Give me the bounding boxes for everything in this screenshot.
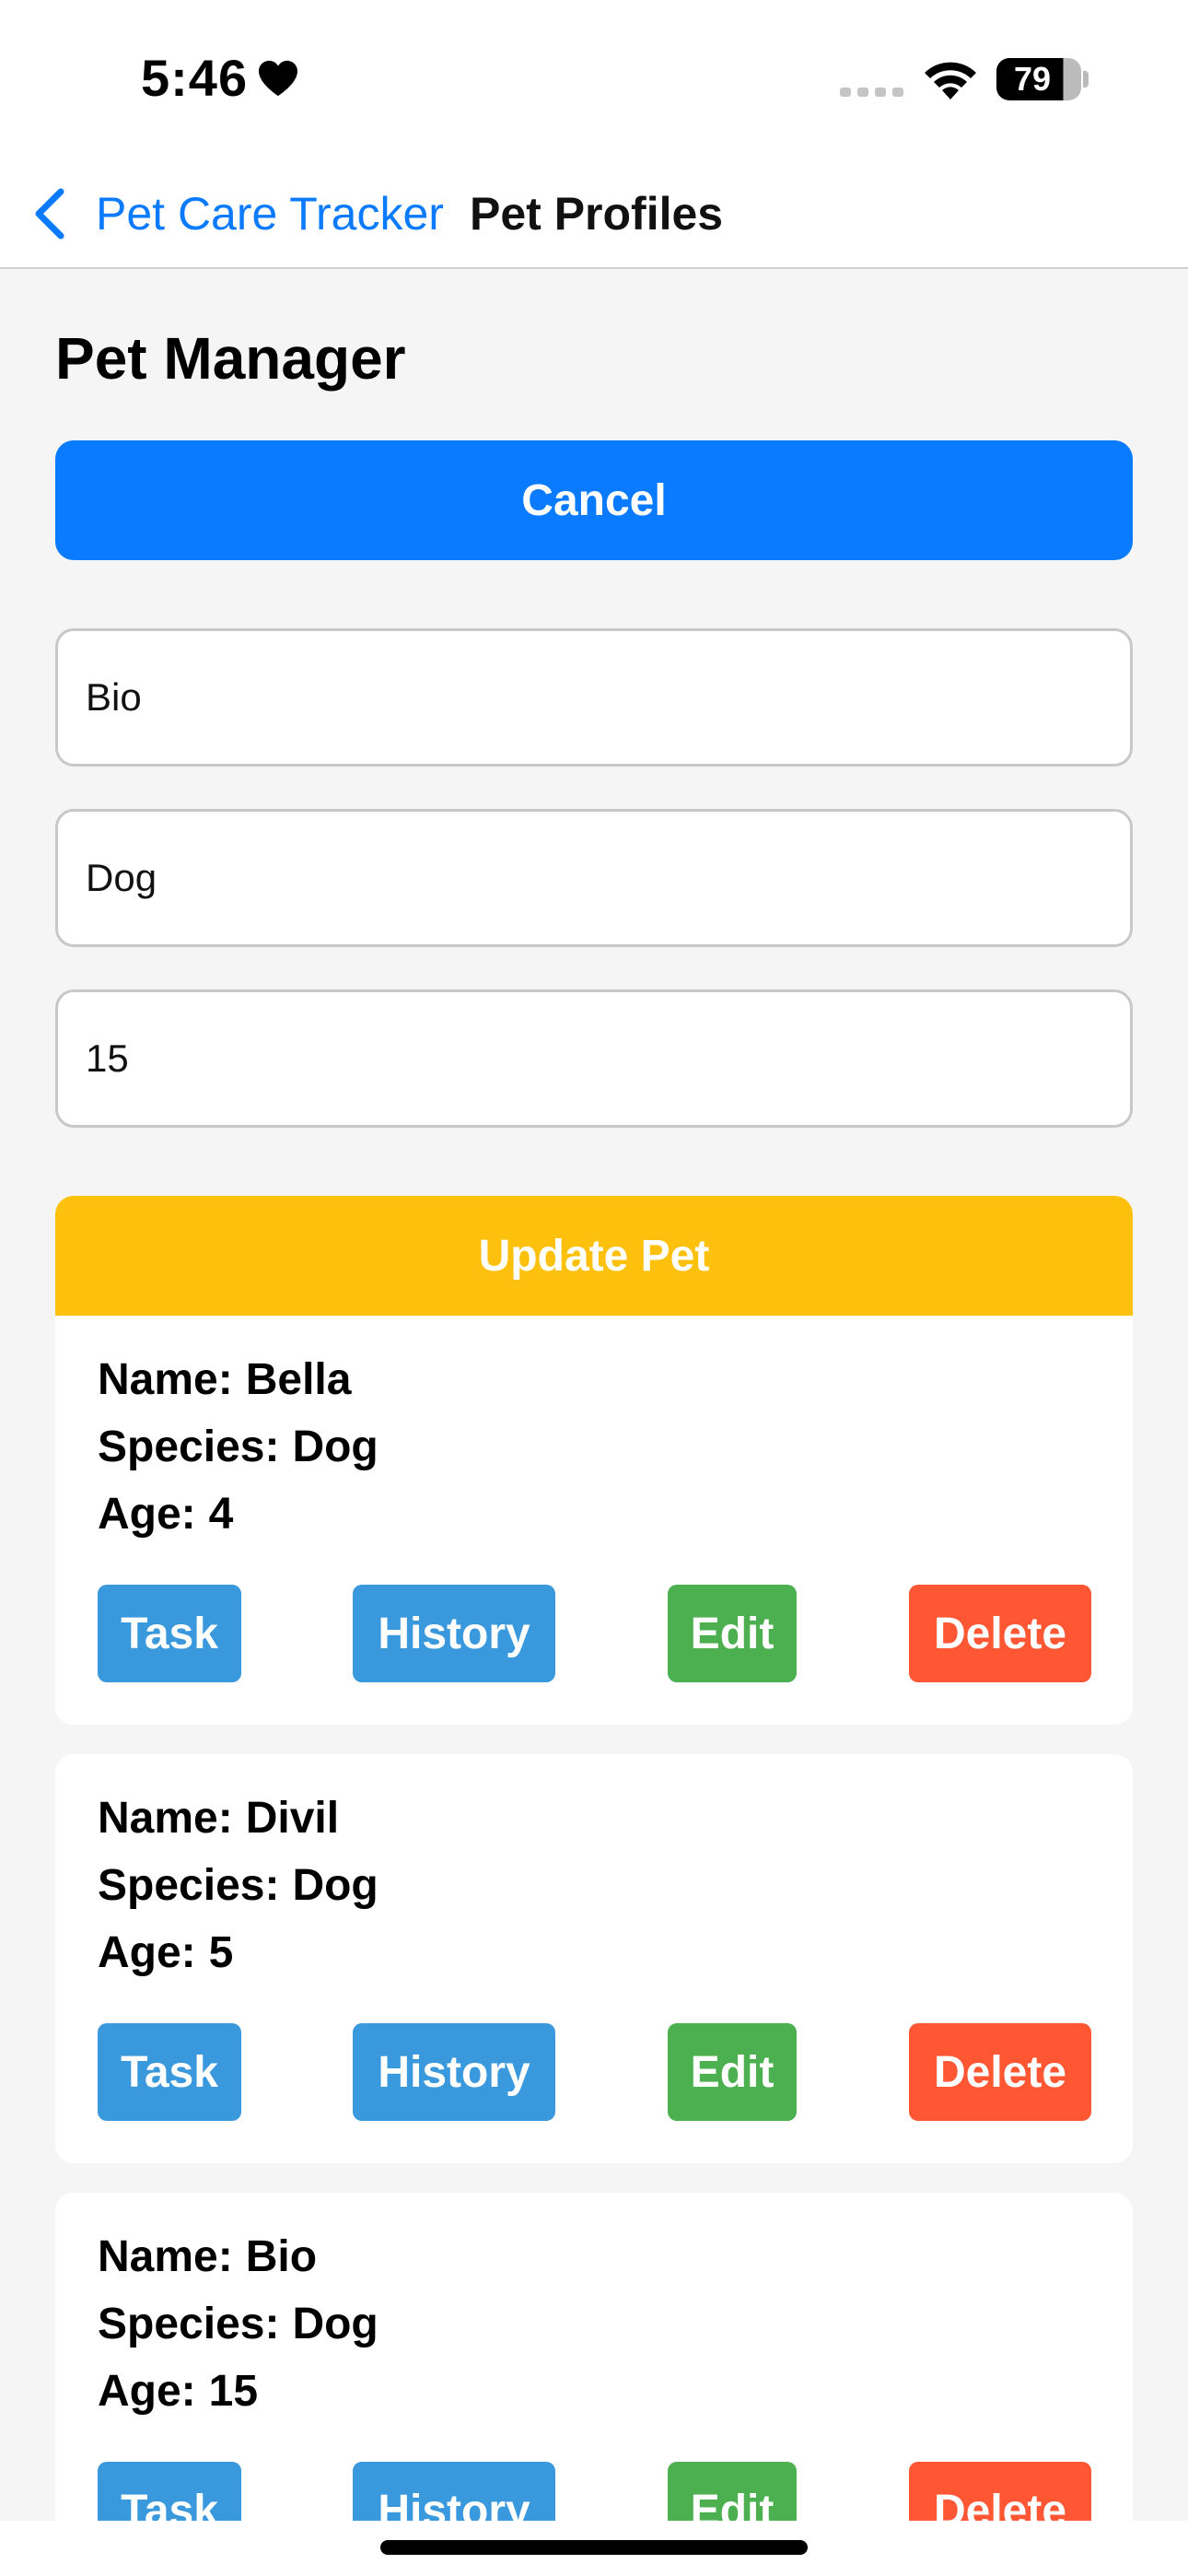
pet-age-line: Age: 4 bbox=[98, 1489, 233, 1540]
pet-name: Divil bbox=[245, 1794, 340, 1843]
delete-button[interactable]: Delete bbox=[909, 1585, 1091, 1682]
status-time-text: 5:46 bbox=[141, 49, 249, 107]
heart-icon bbox=[259, 60, 298, 96]
chevron-left-icon bbox=[35, 188, 64, 240]
name-label: Name: bbox=[98, 1355, 233, 1404]
species-label: Species: bbox=[98, 2300, 280, 2348]
task-button[interactable]: Task bbox=[98, 2023, 241, 2121]
pet-name: Bio bbox=[245, 2232, 318, 2281]
name-label: Name: bbox=[98, 2232, 233, 2281]
pet-manager-content: Pet Manager Cancel Update Pet Name: Bell… bbox=[0, 269, 1188, 2521]
status-time: 5:46 bbox=[141, 48, 299, 108]
age-label: Age: bbox=[98, 2367, 196, 2416]
edit-button[interactable]: Edit bbox=[668, 2462, 797, 2521]
pet-species-line: Species: Dog bbox=[98, 1422, 379, 1472]
history-button[interactable]: History bbox=[353, 2462, 555, 2521]
pet-name-field[interactable] bbox=[55, 628, 1133, 767]
delete-button[interactable]: Delete bbox=[909, 2023, 1091, 2121]
pet-age-line: Age: 5 bbox=[98, 1927, 233, 1978]
pet-species: Dog bbox=[292, 1861, 379, 1910]
pet-age: 15 bbox=[208, 2367, 259, 2416]
species-label: Species: bbox=[98, 1423, 280, 1471]
cellular-signal-icon bbox=[840, 88, 903, 97]
species-label: Species: bbox=[98, 1861, 280, 1910]
edit-button[interactable]: Edit bbox=[668, 1585, 797, 1682]
battery-level: 79 bbox=[1013, 60, 1052, 98]
pet-name-line: Name: Bella bbox=[98, 1354, 351, 1405]
delete-button[interactable]: Delete bbox=[909, 2462, 1091, 2521]
nav-title: Pet Profiles bbox=[470, 188, 724, 240]
edit-button[interactable]: Edit bbox=[668, 2023, 797, 2121]
age-label: Age: bbox=[98, 1490, 196, 1539]
history-button[interactable]: History bbox=[353, 1585, 555, 1682]
task-button[interactable]: Task bbox=[98, 2462, 241, 2521]
pet-name-line: Name: Divil bbox=[98, 1793, 339, 1844]
pet-age: 5 bbox=[208, 1928, 234, 1977]
pet-name: Bella bbox=[245, 1355, 352, 1404]
pet-card: Name: Bella Species: Dog Age: 4 Task His… bbox=[55, 1316, 1133, 1725]
pet-card: Name: Divil Species: Dog Age: 5 Task His… bbox=[55, 1754, 1133, 2163]
pet-card: Name: Bio Species: Dog Age: 15 Task Hist… bbox=[55, 2193, 1133, 2521]
pet-age-field[interactable] bbox=[55, 989, 1133, 1128]
pet-species-line: Species: Dog bbox=[98, 2299, 379, 2349]
task-button[interactable]: Task bbox=[98, 1585, 241, 1682]
wifi-icon bbox=[925, 62, 976, 100]
home-indicator[interactable] bbox=[380, 2540, 808, 2555]
pet-species-field[interactable] bbox=[55, 809, 1133, 947]
name-label: Name: bbox=[98, 1794, 233, 1843]
back-button-label: Pet Care Tracker bbox=[96, 188, 444, 240]
pet-name-line: Name: Bio bbox=[98, 2231, 317, 2282]
navigation-bar: Pet Care Tracker Pet Profiles bbox=[0, 166, 1188, 269]
age-label: Age: bbox=[98, 1928, 196, 1977]
status-bar: 5:46 79 bbox=[0, 0, 1188, 166]
cancel-button[interactable]: Cancel bbox=[55, 440, 1133, 560]
battery-icon: 79 bbox=[996, 58, 1081, 100]
pet-age-line: Age: 15 bbox=[98, 2366, 258, 2417]
pet-species: Dog bbox=[292, 1423, 379, 1471]
history-button[interactable]: History bbox=[353, 2023, 555, 2121]
pet-species-line: Species: Dog bbox=[98, 1860, 379, 1911]
pet-species: Dog bbox=[292, 2300, 379, 2348]
battery-cap bbox=[1083, 71, 1089, 88]
update-pet-button[interactable]: Update Pet bbox=[55, 1196, 1133, 1316]
back-button[interactable]: Pet Care Tracker bbox=[31, 177, 444, 251]
page-title: Pet Manager bbox=[55, 325, 406, 392]
pet-age: 4 bbox=[208, 1490, 234, 1539]
